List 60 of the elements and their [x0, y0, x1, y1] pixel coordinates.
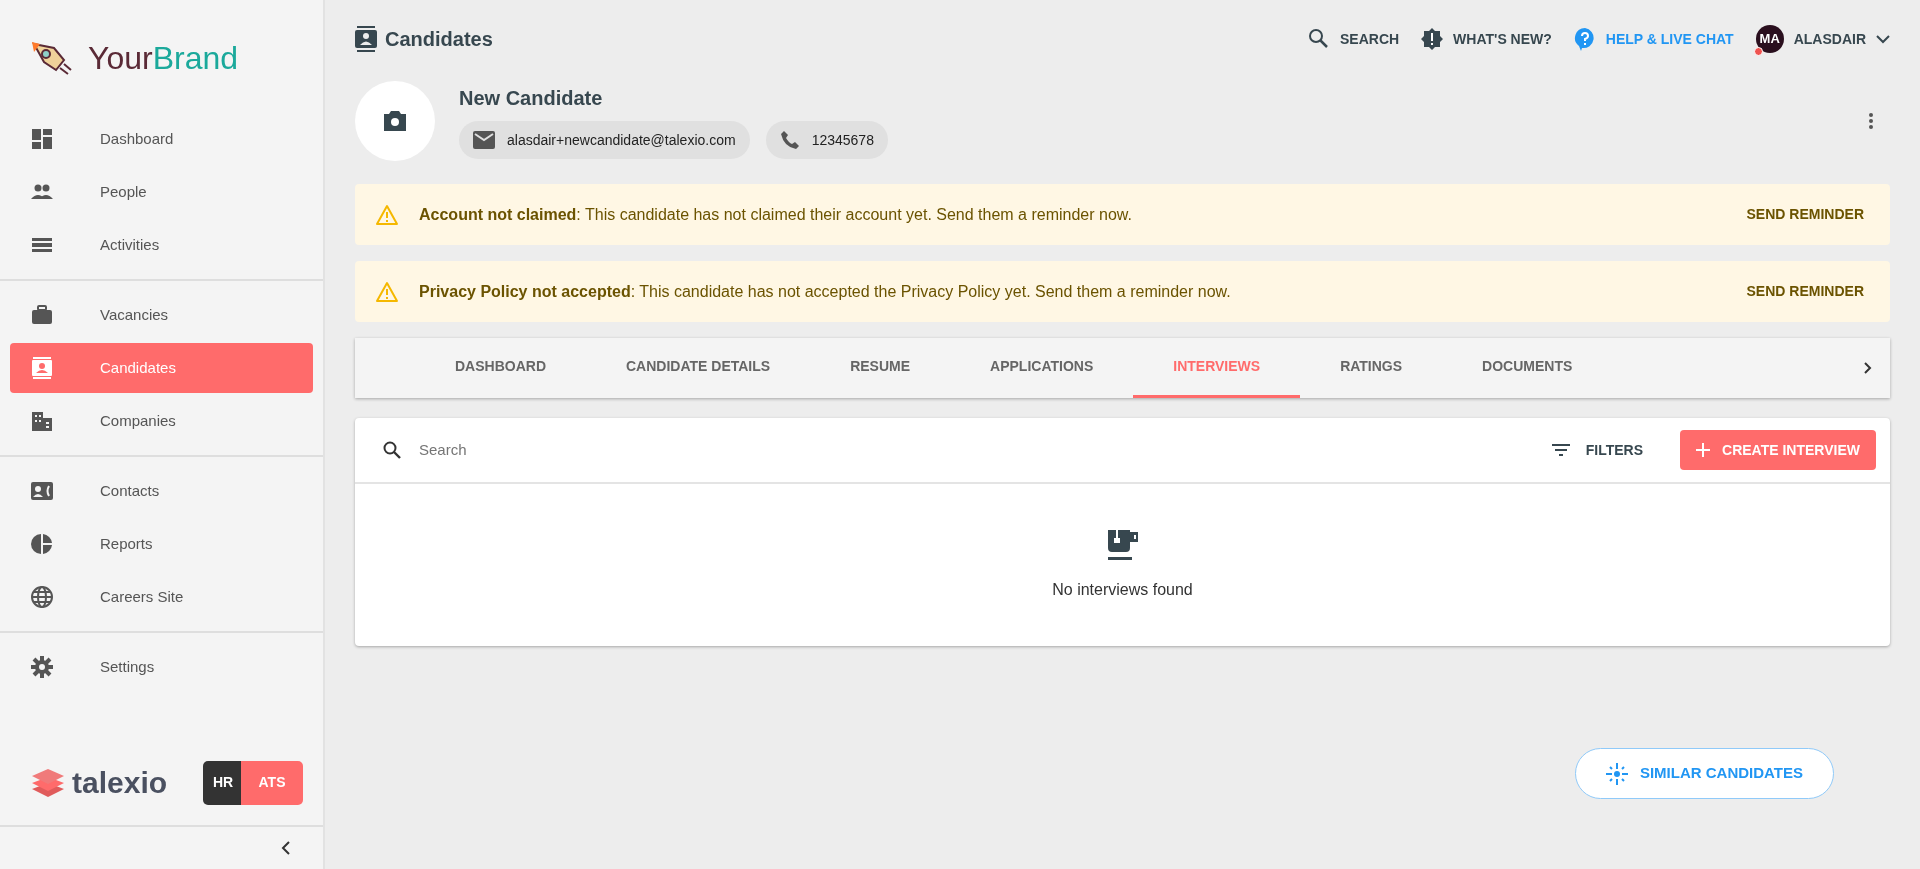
phone-chip[interactable]: 12345678: [765, 121, 888, 159]
sidebar-item[interactable]: Reports: [10, 519, 313, 569]
tab[interactable]: CANDIDATE DETAILS: [586, 338, 811, 398]
settings-icon: [30, 655, 54, 679]
tab[interactable]: DASHBOARD: [415, 338, 586, 398]
sidebar-item[interactable]: Contacts: [10, 466, 313, 516]
status-dot: [1753, 47, 1763, 56]
contact-phone-icon: [30, 479, 54, 503]
mail-icon: [473, 131, 495, 149]
help-bubble-icon: [1573, 27, 1596, 51]
warning-text: Account not claimed: This candidate has not claimed their account yet. Send them a reminder now.: [419, 204, 1132, 225]
phone-icon: [779, 130, 800, 150]
send-reminder-button[interactable]: SEND REMINDER: [1740, 280, 1870, 303]
sidebar-item[interactable]: Careers Site: [10, 572, 313, 622]
collapse-chevron-icon[interactable]: [281, 840, 291, 856]
contact-card-icon: [355, 26, 377, 52]
sidebar-item[interactable]: Companies: [10, 396, 313, 446]
talexio-logo: talexio: [72, 765, 168, 801]
filter-icon: [1551, 444, 1570, 456]
sidebar-item[interactable]: People: [10, 167, 313, 217]
app-switch-option[interactable]: HR: [203, 760, 241, 805]
warning-text: Privacy Policy not accepted: This candidate has not accepted the Privacy Policy yet. Send them a reminder now.: [419, 281, 1231, 302]
camera-icon: [384, 111, 406, 131]
briefcase-icon: [30, 303, 54, 327]
brand-logo: YourBrand: [88, 38, 239, 78]
rocket-logo-icon: [30, 39, 72, 76]
user-menu[interactable]: MA ALASDAIR: [1755, 25, 1890, 53]
chevron-down-icon: [1876, 34, 1890, 44]
tab[interactable]: DOCUMENTS: [1442, 338, 1613, 398]
warning-icon: [375, 203, 399, 226]
contact-card-icon: [30, 356, 54, 380]
dashboard-icon: [30, 127, 54, 151]
pie-chart-icon: [30, 532, 54, 556]
search-icon: [383, 441, 401, 459]
sparkle-icon: [1605, 762, 1628, 785]
globe-icon: [30, 585, 54, 609]
send-reminder-button[interactable]: SEND REMINDER: [1740, 203, 1870, 226]
sidebar-item[interactable]: Activities: [10, 220, 313, 270]
empty-message: No interviews found: [1052, 580, 1193, 600]
tab[interactable]: APPLICATIONS: [950, 338, 1134, 398]
news-link[interactable]: WHAT'S NEW?: [1421, 27, 1552, 51]
building-icon: [30, 409, 54, 433]
coffee-cup-icon: [1105, 528, 1140, 562]
candidate-name: New Candidate: [459, 86, 603, 111]
warning-icon: [375, 280, 399, 303]
sidebar-item[interactable]: Vacancies: [10, 290, 313, 340]
scroll-right-chevron-icon[interactable]: [1864, 362, 1872, 374]
more-options-icon[interactable]: [1868, 112, 1874, 130]
tab[interactable]: RESUME: [810, 338, 951, 398]
search-link[interactable]: SEARCH: [1308, 27, 1400, 51]
alert-badge-icon: [1421, 27, 1444, 51]
layers-logo-icon: [32, 768, 64, 797]
filters-button[interactable]: FILTERS: [1538, 432, 1657, 468]
page-title: Candidates: [385, 27, 493, 52]
plus-icon: [1696, 443, 1711, 457]
sidebar-item[interactable]: Settings: [10, 642, 313, 692]
user-avatar: MA: [1755, 25, 1784, 53]
tab[interactable]: RATINGS: [1300, 338, 1443, 398]
email-chip[interactable]: alasdair+newcandidate@talexio.com: [459, 121, 750, 159]
sidebar-item[interactable]: Dashboard: [10, 114, 313, 164]
